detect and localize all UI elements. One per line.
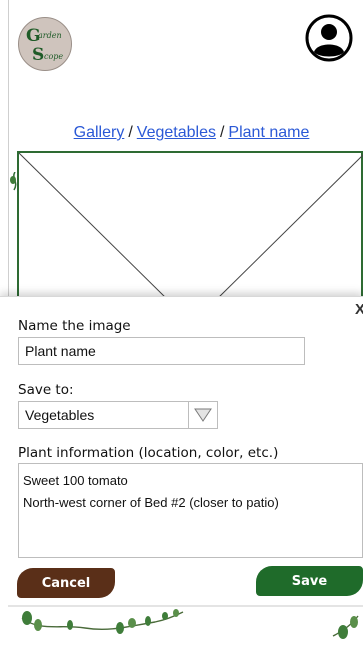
save-to-label: Save to:	[18, 382, 74, 398]
logo-text-arden: arden	[38, 31, 62, 40]
close-icon[interactable]: X	[355, 301, 363, 318]
breadcrumb-plant-name[interactable]: Plant name	[228, 124, 309, 141]
breadcrumb-vegetables[interactable]: Vegetables	[137, 124, 216, 141]
save-to-select[interactable]: Vegetables	[18, 401, 189, 429]
cancel-button[interactable]: Cancel	[17, 568, 115, 598]
plant-info-line-1: Sweet 100 tomato	[23, 473, 128, 488]
logo-letter-s: S	[32, 45, 45, 65]
vine-decoration-icon	[10, 172, 17, 191]
footer-vine-decoration	[8, 605, 363, 639]
breadcrumb-gallery[interactable]: Gallery	[74, 124, 125, 141]
breadcrumb-separator: /	[219, 124, 225, 141]
garden-scope-logo[interactable]: G arden S cope	[18, 17, 72, 71]
logo-text-cope: cope	[44, 52, 64, 61]
image-placeholder	[17, 151, 363, 311]
breadcrumb-separator: /	[128, 124, 133, 141]
image-placeholder-cross	[18, 152, 363, 302]
breadcrumb: Gallery / Vegetables / Plant name	[0, 124, 363, 142]
name-label: Name the image	[18, 318, 131, 334]
save-button[interactable]: Save	[256, 566, 363, 596]
plant-info-label: Plant information (location, color, etc.…	[18, 445, 279, 461]
plant-info-line-2: North-west corner of Bed #2 (closer to p…	[23, 495, 279, 510]
dropdown-triangle-icon[interactable]	[188, 401, 218, 429]
image-name-field[interactable]: Plant name	[18, 337, 305, 365]
user-avatar-icon[interactable]	[305, 14, 353, 62]
plant-info-textarea[interactable]: Sweet 100 tomato North-west corner of Be…	[18, 463, 363, 558]
